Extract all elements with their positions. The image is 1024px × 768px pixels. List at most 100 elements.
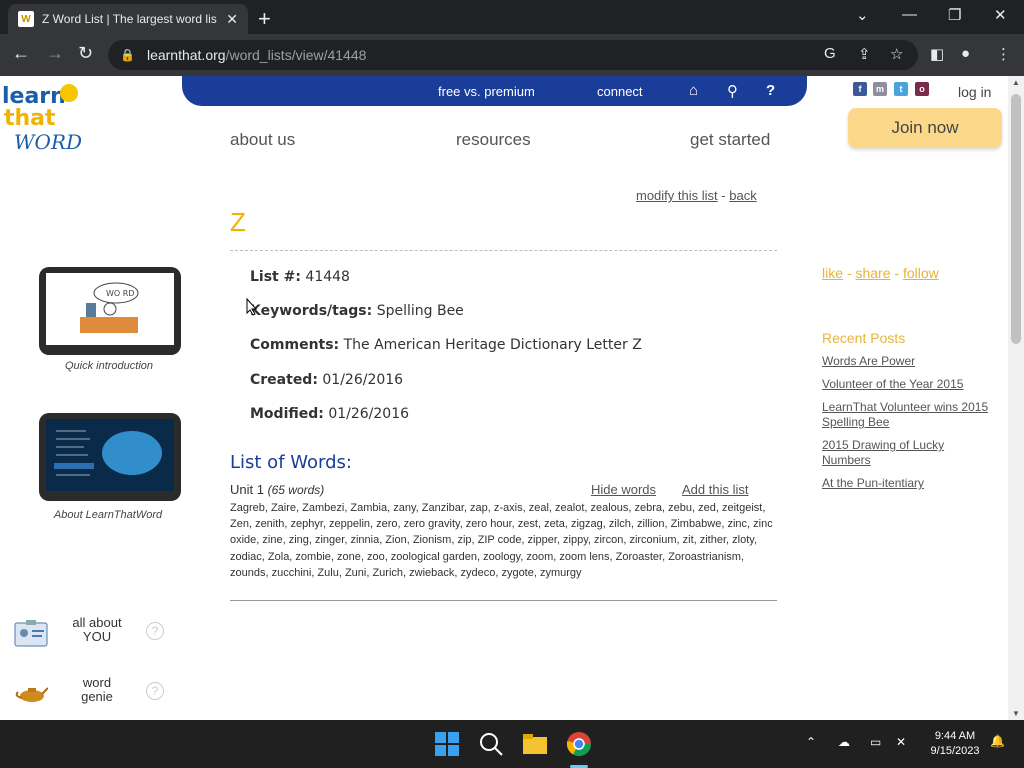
nav-get-started[interactable]: get started <box>690 130 770 150</box>
nav-resources[interactable]: resources <box>456 130 531 150</box>
all-about-you-item[interactable]: all about YOU ? <box>14 616 174 656</box>
list-of-words-heading: List of Words: <box>230 452 352 473</box>
list-actions: modify this list - back <box>636 188 757 203</box>
reload-icon[interactable]: ↻ <box>78 43 93 64</box>
add-list-link[interactable]: Add this list <box>682 482 748 497</box>
address-bar[interactable]: 🔒 learnthat.org /word_lists/view/41448 G… <box>108 40 918 70</box>
hide-words-link[interactable]: Hide words <box>591 482 656 497</box>
recent-post-link[interactable]: LearnThat Volunteer wins 2015 Spelling B… <box>822 400 992 430</box>
share-icon[interactable]: ⇪ <box>858 45 871 63</box>
created-value: 01/26/2016 <box>322 372 404 388</box>
keywords-label: Keywords/tags: <box>250 303 373 319</box>
tab-close-icon[interactable]: ✕ <box>226 11 238 28</box>
help-icon[interactable]: ? <box>766 82 775 99</box>
taskbar-clock[interactable]: 9:44 AM 9/15/2023 <box>922 729 988 759</box>
keywords-row: Keywords/tags: Spelling Bee <box>250 303 464 319</box>
back-icon[interactable]: ← <box>12 43 30 64</box>
back-link[interactable]: back <box>729 188 756 203</box>
close-window-icon[interactable]: ✕ <box>994 6 1007 24</box>
onedrive-icon[interactable]: ☁ <box>838 735 850 749</box>
web-page: learn that WORD free vs. premium connect… <box>0 76 1008 720</box>
chrome-icon[interactable] <box>566 731 592 757</box>
nav-about-us[interactable]: about us <box>230 130 295 150</box>
help-circle-icon[interactable]: ? <box>146 622 164 640</box>
notification-bell-icon[interactable]: 🔔 <box>990 734 1005 748</box>
show-hidden-icons[interactable]: ⌃ <box>806 735 816 749</box>
words-divider <box>230 600 777 601</box>
modified-label: Modified: <box>250 406 324 422</box>
display-icon[interactable]: ▭ <box>870 735 881 749</box>
mouse-cursor-icon <box>246 298 258 316</box>
social-links: like - share - follow <box>822 265 939 281</box>
about-video-thumbnail[interactable] <box>39 413 181 501</box>
help-circle-icon[interactable]: ? <box>146 682 164 700</box>
bookmark-star-icon[interactable]: ☆ <box>890 45 903 63</box>
list-number-row: List #: 41448 <box>250 269 350 285</box>
top-navigation-bar: free vs. premium connect ⌂ ⚲ ? <box>182 76 807 106</box>
twitter-icon[interactable]: t <box>894 82 908 96</box>
side-panel-icon[interactable]: ◧ <box>930 45 944 63</box>
learnthat-logo[interactable]: learn that WORD <box>0 80 110 156</box>
scrollbar-thumb[interactable] <box>1011 94 1021 344</box>
recent-post-link[interactable]: 2015 Drawing of Lucky Numbers <box>822 438 992 468</box>
list-number-value: 41448 <box>305 269 350 285</box>
instagram-icon[interactable]: o <box>915 82 929 96</box>
scroll-down-icon[interactable]: ▼ <box>1012 709 1020 718</box>
brain-icon <box>54 430 162 476</box>
tab-title: Z Word List | The largest word lis <box>42 12 217 26</box>
quick-intro-video-thumbnail[interactable]: WO RD <box>39 267 181 355</box>
login-link[interactable]: log in <box>958 84 991 100</box>
join-now-button[interactable]: Join now <box>848 108 1002 148</box>
word-genie-label: word genie <box>81 675 113 704</box>
browser-toolbar: ← → ↻ 🔒 learnthat.org /word_lists/view/4… <box>0 34 1024 76</box>
url-host: learnthat.org <box>146 47 226 63</box>
unit-word-count: (65 words) <box>267 483 325 497</box>
unit-heading: Unit 1 (65 words) <box>230 482 324 497</box>
action-separator: - <box>721 188 726 203</box>
modified-row: Modified: 01/26/2016 <box>250 406 409 422</box>
created-row: Created: 01/26/2016 <box>250 372 403 388</box>
google-lens-icon[interactable]: G <box>824 45 836 62</box>
word-list: Zagreb, Zaire, Zambezi, Zambia, zany, Za… <box>230 502 773 579</box>
url-path: /word_lists/view/41448 <box>225 47 367 63</box>
connect-link[interactable]: connect <box>597 84 643 99</box>
facebook-icon[interactable]: f <box>853 82 867 96</box>
share-link[interactable]: share <box>855 265 890 281</box>
home-icon[interactable]: ⌂ <box>689 82 698 99</box>
menu-kebab-icon[interactable]: ⋮ <box>996 45 1011 63</box>
search-icon[interactable]: ⚲ <box>727 82 738 100</box>
comments-label: Comments: <box>250 337 340 353</box>
modify-list-link[interactable]: modify this list <box>636 188 718 203</box>
windows-taskbar: ⌃ ☁ ▭ ✕ 9:44 AM 9/15/2023 🔔 <box>0 720 1024 768</box>
recent-post-link[interactable]: Words Are Power <box>822 354 992 369</box>
genie-lamp-icon <box>15 687 48 702</box>
list-number-label: List #: <box>250 269 301 285</box>
windows-start-icon[interactable] <box>434 731 460 757</box>
logo-sun-icon <box>60 84 78 102</box>
page-scrollbar[interactable]: ▲ ▼ <box>1008 76 1024 720</box>
about-video-caption: About LearnThatWord <box>53 509 163 521</box>
minimize-icon[interactable]: — <box>902 6 917 23</box>
tab-search-icon[interactable]: ⌄ <box>856 6 869 24</box>
new-tab-icon[interactable]: + <box>258 6 271 32</box>
volume-muted-icon[interactable]: ✕ <box>896 735 906 749</box>
forward-icon[interactable]: → <box>46 43 64 64</box>
free-vs-premium-link[interactable]: free vs. premium <box>438 84 535 99</box>
recent-post-link[interactable]: At the Pun-itentiary <box>822 476 992 491</box>
word-genie-item[interactable]: word genie ? <box>14 676 174 716</box>
taskbar-search-icon[interactable] <box>478 731 504 757</box>
recent-posts-heading: Recent Posts <box>822 330 906 346</box>
profile-icon[interactable]: ● <box>961 45 970 62</box>
restore-icon[interactable]: ❐ <box>948 6 961 24</box>
recent-post-link[interactable]: Volunteer of the Year 2015 <box>822 377 992 392</box>
follow-link[interactable]: follow <box>903 265 939 281</box>
created-label: Created: <box>250 372 318 388</box>
quick-intro-caption: Quick introduction <box>64 360 154 372</box>
file-explorer-icon[interactable] <box>522 731 548 757</box>
cartoon-teacher-icon: WO RD <box>80 282 139 333</box>
myspace-icon[interactable]: m <box>873 82 887 96</box>
browser-tab[interactable]: W Z Word List | The largest word lis ✕ <box>8 4 248 34</box>
like-link[interactable]: like <box>822 265 843 281</box>
scroll-up-icon[interactable]: ▲ <box>1012 78 1020 87</box>
list-title: Z <box>230 207 246 237</box>
